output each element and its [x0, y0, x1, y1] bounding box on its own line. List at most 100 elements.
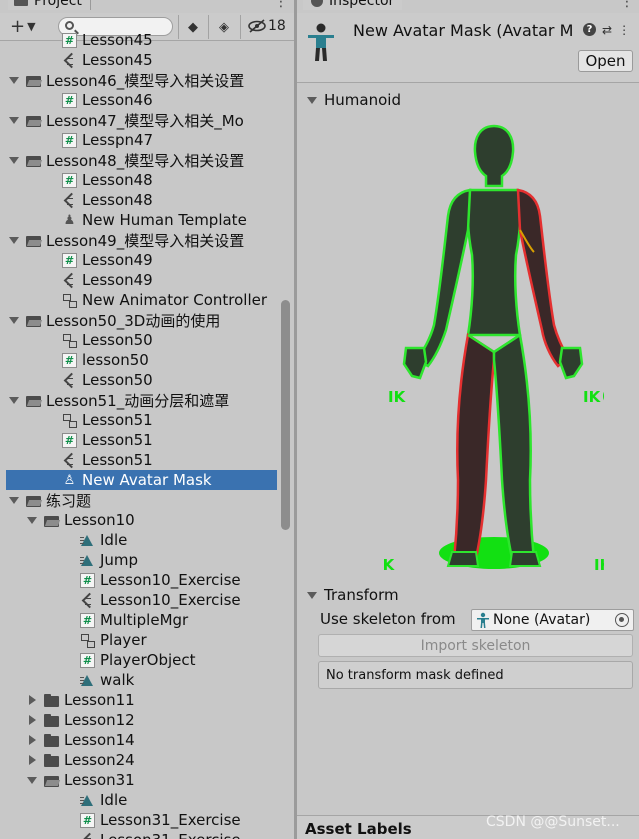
- chevron-down-icon[interactable]: [8, 234, 20, 246]
- asset-row[interactable]: # Lesson31_Exercise: [0, 810, 282, 830]
- asset-row[interactable]: Lesson50: [0, 330, 282, 350]
- project-scrollbar[interactable]: [281, 300, 290, 530]
- asset-row[interactable]: walk: [0, 670, 282, 690]
- row-label: Lesson45: [82, 31, 153, 49]
- inspector-tab[interactable]: Inspector: [303, 0, 403, 10]
- asset-row[interactable]: # Lesson10_Exercise: [0, 570, 282, 590]
- row-label: Lesson49: [82, 271, 153, 289]
- row-label: Lesson51: [82, 451, 153, 469]
- chevron-down-icon[interactable]: [26, 514, 38, 526]
- chevron-down-icon[interactable]: [26, 774, 38, 786]
- preset-icon[interactable]: ⇄: [602, 23, 612, 37]
- skeleton-value: None (Avatar): [493, 612, 591, 628]
- head-part[interactable]: [473, 124, 515, 188]
- right-hand-ik[interactable]: IK: [583, 387, 604, 406]
- right-hand-part[interactable]: [558, 346, 584, 380]
- chevron-right-icon[interactable]: [26, 754, 38, 766]
- script-icon: #: [62, 432, 77, 448]
- folder-row[interactable]: Lesson24: [0, 750, 282, 770]
- asset-row[interactable]: # Lesson45: [0, 30, 282, 50]
- project-tab[interactable]: Project: [8, 0, 91, 10]
- chevron-right-icon[interactable]: [26, 714, 38, 726]
- object-picker-icon[interactable]: [615, 613, 629, 627]
- asset-row[interactable]: ♟ New Human Template: [0, 210, 282, 230]
- open-button[interactable]: Open: [578, 50, 633, 72]
- folder-open-icon: [26, 153, 41, 168]
- human-template-icon: ♟: [63, 212, 76, 228]
- asset-row[interactable]: # PlayerObject: [0, 650, 282, 670]
- right-arm-part[interactable]: [516, 188, 570, 368]
- body-part[interactable]: [466, 188, 522, 337]
- asset-row[interactable]: # Lesspn47: [0, 130, 282, 150]
- right-foot-part[interactable]: [508, 551, 542, 567]
- folder-row[interactable]: Lesson51_动画分层和遮罩: [0, 390, 282, 410]
- inspector-menu-icon[interactable]: ⋮: [620, 0, 634, 10]
- folder-row[interactable]: Lesson10: [0, 510, 282, 530]
- asset-row[interactable]: New Animator Controller: [0, 290, 282, 310]
- skeleton-object-field[interactable]: None (Avatar): [471, 609, 634, 631]
- left-hand-ik[interactable]: IK: [384, 387, 407, 406]
- chevron-down-icon[interactable]: [8, 154, 20, 166]
- right-foot-ik[interactable]: IK: [594, 555, 604, 574]
- transform-foldout[interactable]: Transform: [306, 586, 399, 604]
- folder-row[interactable]: Lesson31: [0, 770, 282, 790]
- import-skeleton-button[interactable]: Import skeleton: [318, 634, 633, 657]
- humanoid-body-mask[interactable]: IK IK IK IK: [384, 120, 604, 580]
- chevron-right-icon[interactable]: [26, 694, 38, 706]
- asset-row[interactable]: # MultipleMgr: [0, 610, 282, 630]
- folder-row[interactable]: Lesson12: [0, 710, 282, 730]
- asset-row[interactable]: ♙ New Avatar Mask: [6, 470, 277, 490]
- asset-row[interactable]: Idle: [0, 530, 282, 550]
- row-label: Lesson48_模型导入相关设置: [46, 151, 245, 170]
- asset-row[interactable]: Lesson50: [0, 370, 282, 390]
- asset-row[interactable]: Player: [0, 630, 282, 650]
- left-foot-part[interactable]: [446, 551, 480, 567]
- asset-row[interactable]: Lesson10_Exercise: [0, 590, 282, 610]
- asset-row[interactable]: Lesson51: [0, 450, 282, 470]
- left-leg-part[interactable]: [452, 332, 496, 562]
- asset-row[interactable]: Lesson31_Exercise: [0, 830, 282, 839]
- asset-row[interactable]: # Lesson48: [0, 170, 282, 190]
- help-icon[interactable]: ?: [583, 23, 596, 36]
- folder-row[interactable]: Lesson14: [0, 730, 282, 750]
- row-label: lesson50: [82, 351, 149, 369]
- row-label: Idle: [100, 791, 128, 809]
- asset-row[interactable]: Jump: [0, 550, 282, 570]
- row-label: Lesson51_动画分层和遮罩: [46, 391, 230, 410]
- asset-row[interactable]: Lesson49: [0, 270, 282, 290]
- right-leg-part[interactable]: [492, 332, 536, 562]
- chevron-down-icon[interactable]: [8, 394, 20, 406]
- context-menu-icon[interactable]: ⋮: [618, 23, 630, 37]
- folder-row[interactable]: Lesson49_模型导入相关设置: [0, 230, 282, 250]
- folder-row[interactable]: Lesson11: [0, 690, 282, 710]
- project-menu-icon[interactable]: ⋮: [274, 0, 288, 10]
- chevron-down-icon[interactable]: [8, 114, 20, 126]
- chevron-down-icon[interactable]: [8, 314, 20, 326]
- asset-row[interactable]: Lesson48: [0, 190, 282, 210]
- left-hand-part[interactable]: [402, 346, 428, 380]
- chevron-right-icon[interactable]: [26, 734, 38, 746]
- animation-icon: [62, 193, 77, 208]
- folder-row[interactable]: Lesson47_模型导入相关_Mo: [0, 110, 282, 130]
- asset-row[interactable]: # Lesson51: [0, 430, 282, 450]
- script-icon: #: [80, 612, 95, 628]
- humanoid-foldout[interactable]: Humanoid: [306, 91, 401, 109]
- folder-icon: [44, 733, 59, 748]
- chevron-down-icon[interactable]: [8, 494, 20, 506]
- asset-row[interactable]: Lesson45: [0, 50, 282, 70]
- folder-row[interactable]: 练习题: [0, 490, 282, 510]
- asset-row[interactable]: Idle: [0, 790, 282, 810]
- left-arm-part[interactable]: [415, 188, 472, 368]
- inspector-tab-label: Inspector: [329, 0, 395, 9]
- chevron-down-icon[interactable]: [8, 74, 20, 86]
- asset-row[interactable]: Lesson51: [0, 410, 282, 430]
- asset-row[interactable]: # lesson50: [0, 350, 282, 370]
- row-label: Lesson10_Exercise: [100, 591, 241, 609]
- left-foot-ik[interactable]: IK: [384, 555, 396, 574]
- project-panel: Project ⋮ + ▼ ◆ ◈ 18 # Lesson45 Lesson45 Le…: [0, 0, 294, 839]
- folder-row[interactable]: Lesson48_模型导入相关设置: [0, 150, 282, 170]
- folder-row[interactable]: Lesson50_3D动画的使用: [0, 310, 282, 330]
- folder-row[interactable]: Lesson46_模型导入相关设置: [0, 70, 282, 90]
- asset-row[interactable]: # Lesson49: [0, 250, 282, 270]
- asset-row[interactable]: # Lesson46: [0, 90, 282, 110]
